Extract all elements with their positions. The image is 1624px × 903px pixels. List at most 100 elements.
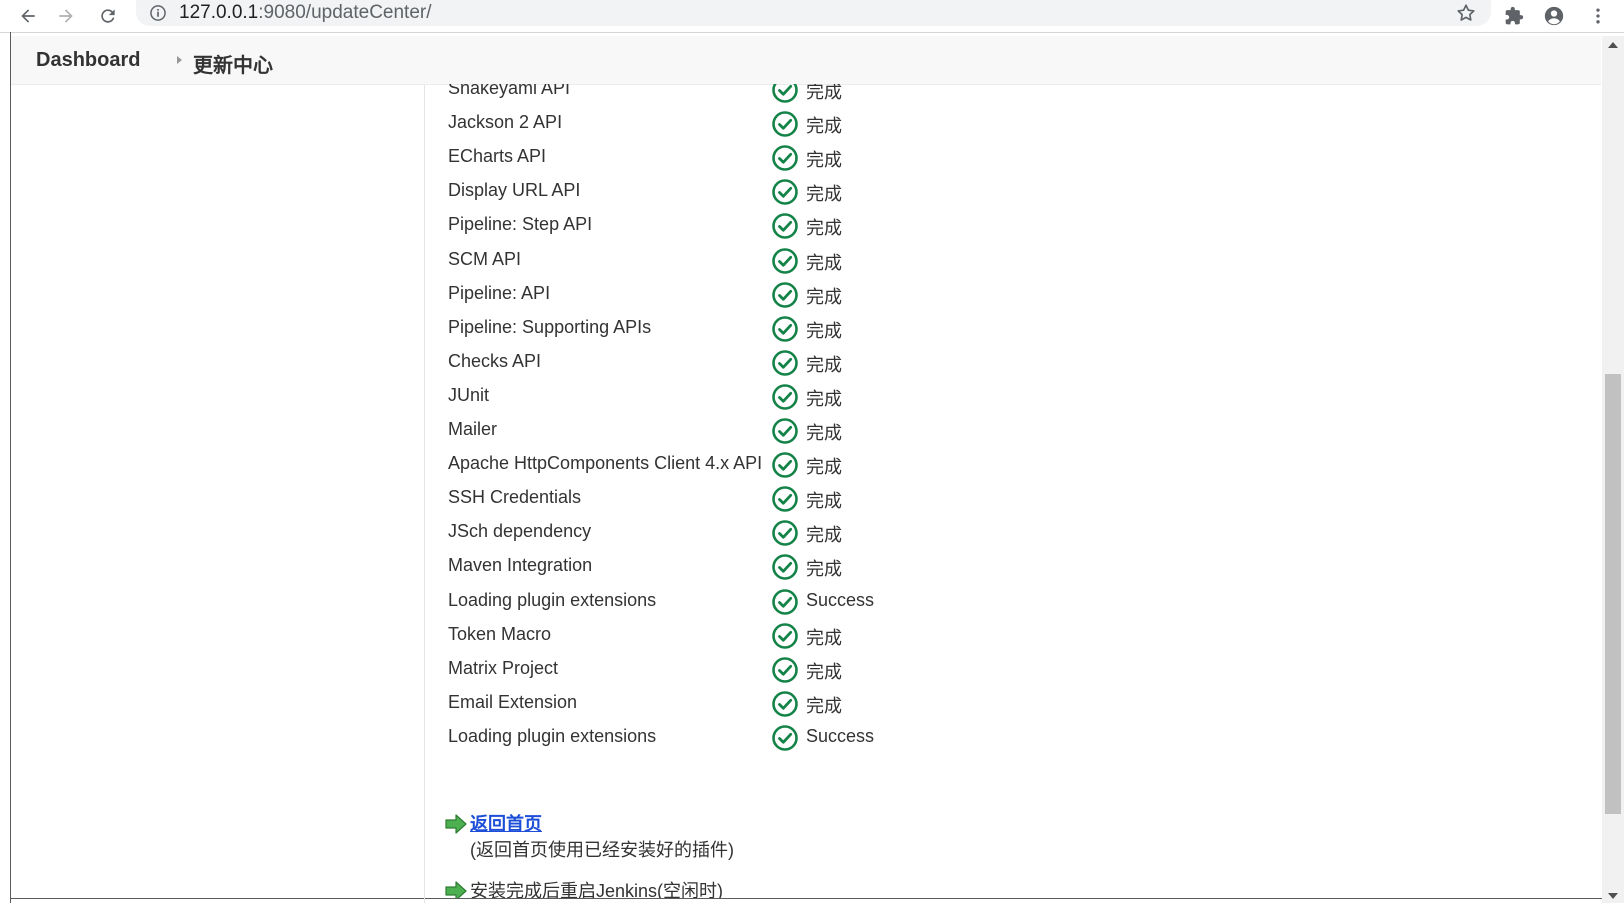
- plugin-name: Loading plugin extensions: [448, 589, 657, 610]
- plugin-name: JUnit: [448, 384, 490, 405]
- success-check-icon: [772, 622, 798, 649]
- plugin-row: Loading plugin extensions Success: [425, 584, 1125, 618]
- plugin-name: Jackson 2 API: [448, 112, 563, 133]
- plugin-name: JSch dependency: [448, 521, 592, 542]
- success-check-icon: [772, 520, 798, 547]
- browser-toolbar: 127.0.0.1:9080/updateCenter/: [0, 0, 1624, 33]
- back-button[interactable]: [14, 3, 42, 29]
- plugin-row: Snakeyaml API 完成: [425, 84, 1125, 106]
- install-status: 完成: [806, 320, 842, 341]
- url-path: :9080/updateCenter/: [258, 2, 432, 23]
- plugin-name: SCM API: [448, 248, 522, 269]
- bookmark-star-icon[interactable]: [1455, 2, 1477, 24]
- go-home-link[interactable]: 返回首页: [470, 810, 542, 836]
- plugin-name: Checks API: [448, 350, 542, 371]
- success-check-icon: [772, 486, 798, 512]
- breadcrumb-dashboard[interactable]: Dashboard: [36, 49, 140, 72]
- breadcrumb-update-center[interactable]: 更新中心: [193, 49, 273, 78]
- install-status: 完成: [806, 218, 842, 239]
- install-status: 完成: [806, 457, 842, 478]
- install-status: 完成: [806, 116, 842, 137]
- plugin-row: Matrix Project 完成: [425, 652, 1125, 686]
- plugin-row: Checks API 完成: [425, 345, 1125, 379]
- install-status: Success: [806, 589, 875, 610]
- plugin-row: Pipeline: API 完成: [425, 277, 1125, 311]
- install-status: 完成: [806, 388, 842, 409]
- install-status: 完成: [806, 491, 842, 512]
- breadcrumb-chevron-icon[interactable]: [177, 56, 182, 64]
- go-arrow-icon: [445, 881, 467, 898]
- success-check-icon: [772, 349, 798, 376]
- plugin-row: Jackson 2 API 完成: [425, 106, 1125, 140]
- success-check-icon: [772, 84, 798, 103]
- plugin-name: Display URL API: [448, 180, 581, 201]
- success-check-icon: [772, 145, 798, 171]
- install-status: 完成: [806, 525, 842, 546]
- install-status: 完成: [806, 84, 842, 102]
- plugin-name: Apache HttpComponents Client 4.x API: [448, 453, 763, 474]
- forward-button[interactable]: [52, 3, 80, 29]
- install-status: 完成: [806, 286, 842, 307]
- plugin-row: Display URL API 完成: [425, 174, 1125, 208]
- install-status: 完成: [806, 661, 842, 682]
- restart-action: 安装完成后重启Jenkins(空闲时): [445, 877, 845, 898]
- account-avatar-icon: [1544, 6, 1564, 26]
- page-frame-left: [10, 32, 11, 903]
- success-check-icon: [772, 656, 798, 683]
- reload-icon: [101, 9, 115, 23]
- success-check-icon: [772, 111, 798, 137]
- install-status: Success: [806, 725, 875, 746]
- plugin-name: SSH Credentials: [448, 487, 582, 508]
- extensions-button[interactable]: [1500, 3, 1528, 29]
- page-frame-bottom: [10, 898, 1602, 899]
- url-host: 127.0.0.1: [179, 2, 259, 23]
- plugin-row: Pipeline: Step API 完成: [425, 208, 1125, 242]
- plugin-row: Mailer 完成: [425, 413, 1125, 447]
- plugin-row: JUnit 完成: [425, 379, 1125, 413]
- scroll-up-arrow-icon[interactable]: [1608, 42, 1618, 48]
- puzzle-icon: [1505, 6, 1524, 25]
- install-status: 完成: [806, 354, 842, 375]
- success-check-icon: [772, 452, 798, 478]
- plugin-row: Maven Integration 完成: [425, 549, 1125, 583]
- plugin-name: Mailer: [448, 419, 498, 439]
- address-bar[interactable]: 127.0.0.1:9080/updateCenter/: [136, 0, 1491, 26]
- plugin-row: SCM API 完成: [425, 243, 1125, 277]
- plugin-name: Maven Integration: [448, 555, 593, 576]
- install-progress-panel: Snakeyaml API 完成 Jackson 2 API 完成 ECharts AP…: [425, 84, 1600, 898]
- success-check-icon: [772, 554, 798, 581]
- success-check-icon: [772, 281, 798, 308]
- success-check-icon: [772, 213, 798, 240]
- breadcrumb: Dashboard 更新中心: [11, 36, 1601, 85]
- success-check-icon: [772, 690, 798, 717]
- scrollbar-thumb[interactable]: [1605, 374, 1621, 814]
- plugin-name: Snakeyaml API: [448, 84, 571, 98]
- menu-button[interactable]: [1584, 3, 1612, 29]
- plugin-name: Pipeline: Supporting APIs: [448, 316, 652, 337]
- plugin-name: ECharts API: [448, 146, 547, 167]
- forward-arrow-icon: [59, 9, 73, 23]
- scroll-down-arrow-icon[interactable]: [1608, 893, 1618, 899]
- success-check-icon: [772, 418, 798, 444]
- plugin-name: Pipeline: API: [448, 282, 551, 303]
- go-home-action: 返回首页 (返回首页使用已经安装好的插件): [445, 810, 845, 862]
- plugin-row: ECharts API 完成: [425, 140, 1125, 174]
- install-status: 完成: [806, 423, 842, 443]
- reload-button[interactable]: [94, 3, 122, 29]
- profile-button[interactable]: [1540, 3, 1568, 29]
- go-arrow-icon: [445, 814, 467, 834]
- install-status: 完成: [806, 184, 842, 205]
- success-check-icon: [772, 179, 798, 206]
- vertical-scrollbar[interactable]: [1602, 36, 1624, 903]
- info-icon: [150, 5, 166, 21]
- kebab-menu-icon: [1596, 8, 1600, 24]
- install-status: 完成: [806, 695, 842, 716]
- install-status: 完成: [806, 559, 842, 580]
- plugin-name: Token Macro: [448, 623, 552, 644]
- plugin-name: Loading plugin extensions: [448, 725, 657, 746]
- plugin-name: Pipeline: Step API: [448, 214, 593, 235]
- back-arrow-icon: [21, 9, 35, 23]
- plugin-row: Token Macro 完成: [425, 618, 1125, 652]
- restart-when-idle-checkbox-label[interactable]: 安装完成后重启Jenkins(空闲时): [470, 877, 723, 898]
- plugin-name: Matrix Project: [448, 657, 559, 678]
